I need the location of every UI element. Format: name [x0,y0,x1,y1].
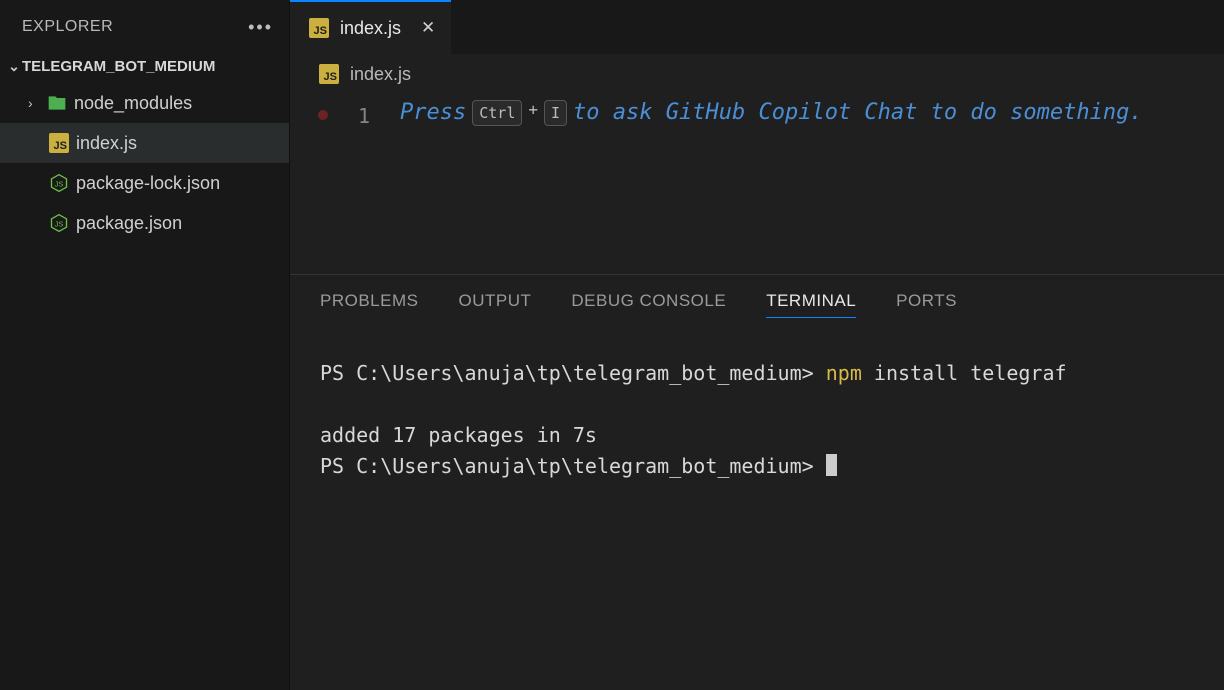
editor-gutter: 1 [290,96,400,274]
terminal-prompt: PS C:\Users\anuja\tp\telegram_bot_medium… [320,361,826,385]
file-tree: › node_modules JS index.js JS package-lo… [0,81,289,243]
line-number: 1 [358,102,370,128]
tree-item-package-json[interactable]: JS package.json [0,203,289,243]
terminal-cursor [826,454,837,476]
chevron-down-icon: ⌄ [6,58,22,75]
project-root[interactable]: ⌄ TELEGRAM_BOT_MEDIUM [0,54,289,81]
js-file-icon: JS [48,133,70,153]
tree-item-package-lock[interactable]: JS package-lock.json [0,163,289,203]
keycap-ctrl: Ctrl [472,100,522,126]
explorer-sidebar: EXPLORER ••• ⌄ TELEGRAM_BOT_MEDIUM › nod… [0,0,290,690]
plus-icon: + [528,100,538,119]
panel-tab-bar: PROBLEMS OUTPUT DEBUG CONSOLE TERMINAL P… [290,275,1224,328]
svg-text:JS: JS [55,219,64,228]
svg-text:JS: JS [55,179,64,188]
panel-tab-terminal[interactable]: TERMINAL [766,291,856,318]
terminal-command-highlight: npm [826,361,862,385]
breadcrumb-label: index.js [350,64,411,85]
copilot-hint: Press Ctrl + I to ask GitHub Copilot Cha… [400,96,1224,274]
more-actions-icon[interactable]: ••• [248,17,273,38]
tab-label: index.js [340,18,401,39]
terminal[interactable]: PS C:\Users\anuja\tp\telegram_bot_medium… [290,328,1224,690]
app-root: EXPLORER ••• ⌄ TELEGRAM_BOT_MEDIUM › nod… [0,0,1224,690]
keycap-i: I [544,100,567,126]
tree-item-index-js[interactable]: JS index.js [0,123,289,163]
tab-bar: JS index.js ✕ [290,0,1224,54]
explorer-title: EXPLORER [22,18,113,36]
hint-text-post: to ask GitHub Copilot Chat to do somethi… [573,100,1143,125]
terminal-output: added 17 packages in 7s [320,423,597,447]
tab-index-js[interactable]: JS index.js ✕ [290,0,451,54]
panel-tab-problems[interactable]: PROBLEMS [320,291,418,318]
nodejs-icon: JS [48,173,70,193]
bottom-panel: PROBLEMS OUTPUT DEBUG CONSOLE TERMINAL P… [290,274,1224,690]
tree-item-node-modules[interactable]: › node_modules [0,83,289,123]
breadcrumb[interactable]: JS index.js [290,54,1224,94]
tree-item-label: package.json [76,213,182,234]
js-file-icon: JS [308,18,330,38]
panel-tab-debug[interactable]: DEBUG CONSOLE [571,291,726,318]
chevron-right-icon: › [28,95,46,111]
editor-area: JS index.js ✕ JS index.js 1 Press Ctrl +… [290,0,1224,690]
nodejs-icon: JS [48,213,70,233]
project-name: TELEGRAM_BOT_MEDIUM [22,58,215,75]
tree-item-label: package-lock.json [76,173,220,194]
tree-item-label: node_modules [74,93,192,114]
hint-text-pre: Press [400,100,466,125]
terminal-prompt: PS C:\Users\anuja\tp\telegram_bot_medium… [320,454,826,478]
terminal-command-rest: install telegraf [862,361,1067,385]
explorer-header: EXPLORER ••• [0,0,289,54]
panel-tab-ports[interactable]: PORTS [896,291,957,318]
js-file-icon: JS [318,64,340,84]
tree-item-label: index.js [76,133,137,154]
breakpoint-dot-icon[interactable] [318,110,328,120]
panel-tab-output[interactable]: OUTPUT [458,291,531,318]
folder-icon [46,93,68,113]
code-editor[interactable]: 1 Press Ctrl + I to ask GitHub Copilot C… [290,94,1224,274]
close-icon[interactable]: ✕ [421,18,435,38]
